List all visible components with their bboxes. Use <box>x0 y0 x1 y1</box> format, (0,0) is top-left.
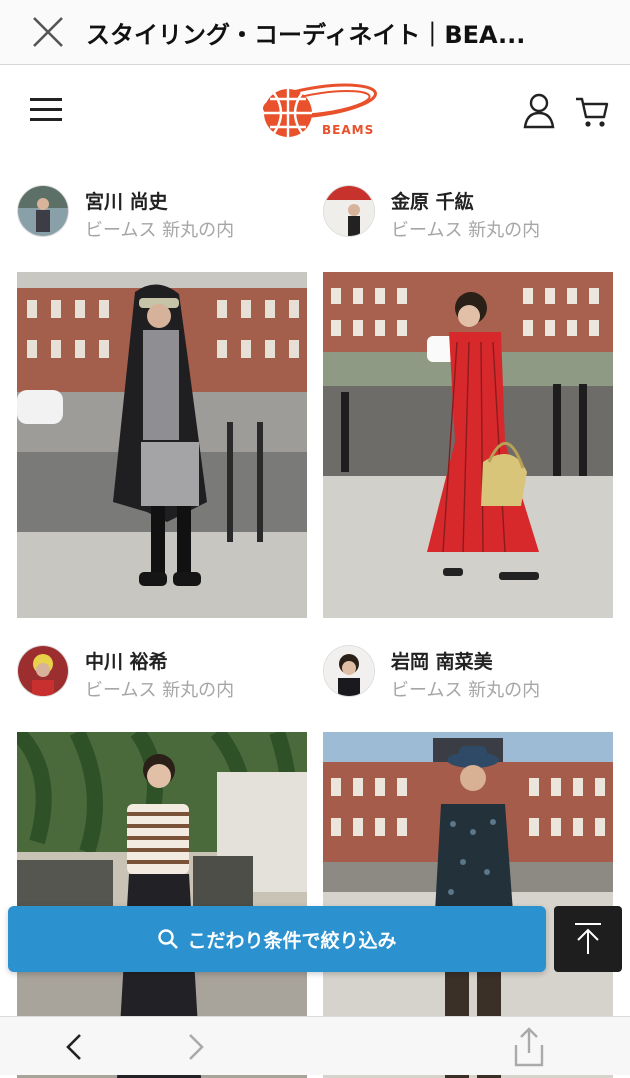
close-icon[interactable] <box>30 14 66 50</box>
filter-button-label: こだわり条件で絞り込み <box>187 929 397 952</box>
styling-card[interactable]: 金原 千紘 ビームス 新丸の内 <box>323 185 613 618</box>
search-icon <box>158 929 179 949</box>
styling-card[interactable]: 岩岡 南菜美 ビームス 新丸の内 <box>323 645 613 1078</box>
filter-button[interactable]: こだわり条件で絞り込み <box>8 906 546 972</box>
share-icon[interactable] <box>510 1025 548 1069</box>
browser-topbar: スタイリング・コーディネイト｜BEA... <box>0 0 630 65</box>
styling-photo[interactable] <box>323 272 613 618</box>
avatar <box>17 185 69 237</box>
staff-shop: ビームス 新丸の内 <box>85 220 235 241</box>
avatar <box>17 645 69 697</box>
chevron-left-icon[interactable] <box>62 1031 88 1063</box>
staff-name: 岩岡 南菜美 <box>391 651 493 673</box>
staff-info[interactable]: 中川 裕希 ビームス 新丸の内 <box>17 645 307 705</box>
styling-card[interactable]: 宮川 尚史 ビームス 新丸の内 <box>17 185 307 618</box>
avatar <box>323 185 375 237</box>
staff-info[interactable]: 岩岡 南菜美 ビームス 新丸の内 <box>323 645 613 705</box>
browser-bottombar <box>0 1016 630 1075</box>
arrow-up-icon <box>575 923 601 954</box>
page-title: スタイリング・コーディネイト｜BEA... <box>86 20 526 49</box>
styling-photo[interactable] <box>17 272 307 618</box>
site-header: BEAMS <box>0 65 630 160</box>
cart-icon[interactable] <box>574 95 610 129</box>
staff-info[interactable]: 宮川 尚史 ビームス 新丸の内 <box>17 185 307 245</box>
logo-wordmark: BEAMS <box>322 123 375 137</box>
styling-card[interactable]: 中川 裕希 ビームス 新丸の内 <box>17 645 307 1078</box>
staff-name: 中川 裕希 <box>85 651 168 673</box>
avatar <box>323 645 375 697</box>
staff-name: 宮川 尚史 <box>85 191 168 213</box>
staff-shop: ビームス 新丸の内 <box>391 680 541 701</box>
staff-shop: ビームス 新丸の内 <box>391 220 541 241</box>
user-icon[interactable] <box>522 93 556 129</box>
staff-shop: ビームス 新丸の内 <box>85 680 235 701</box>
staff-info[interactable]: 金原 千紘 ビームス 新丸の内 <box>323 185 613 245</box>
chevron-right-icon[interactable] <box>182 1031 208 1063</box>
back-to-top-button[interactable] <box>554 906 622 972</box>
hamburger-icon[interactable] <box>28 95 64 125</box>
staff-name: 金原 千紘 <box>391 191 474 213</box>
